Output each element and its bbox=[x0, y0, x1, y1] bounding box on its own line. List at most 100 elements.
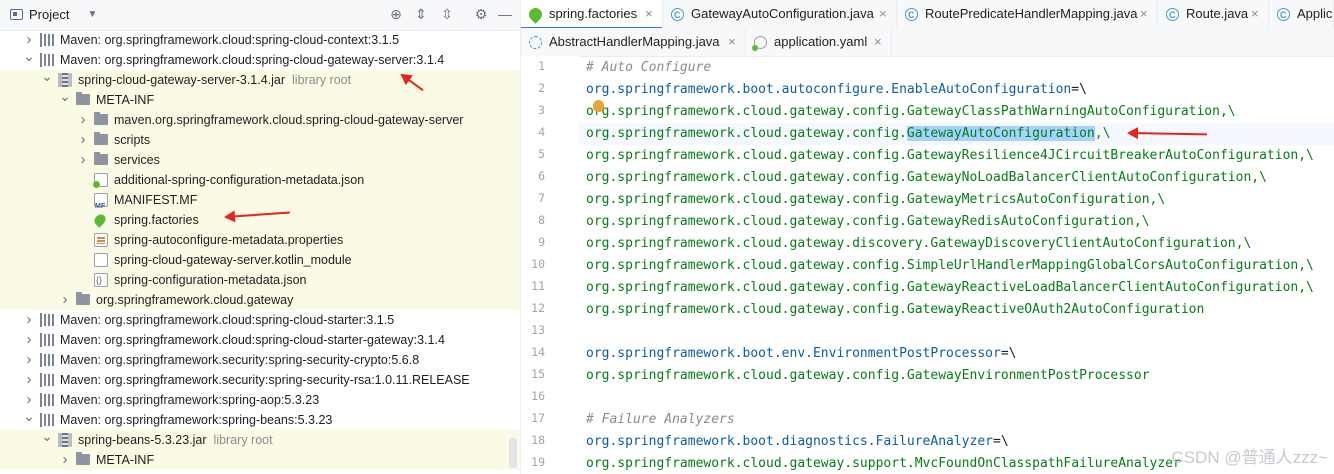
tree-row-label: Maven: org.springframework.cloud:spring-… bbox=[60, 333, 445, 347]
chevron-right-icon[interactable]: › bbox=[23, 330, 35, 350]
tree-row[interactable]: ⌄ spring-beans-5.3.23.jar library root bbox=[0, 428, 520, 450]
tree-row-label: Maven: org.springframework.cloud:spring-… bbox=[60, 313, 395, 327]
tree-row-label: Maven: org.springframework.cloud:spring-… bbox=[60, 33, 400, 47]
chevron-down-icon[interactable]: ⌄ bbox=[41, 66, 53, 86]
tree-row[interactable]: › Maven: org.springframework:spring-aop:5… bbox=[0, 390, 520, 410]
editor-tab[interactable]: application.yaml × bbox=[746, 28, 892, 56]
editor-tab-row-1: spring.factories×GatewayAutoConfiguratio… bbox=[521, 0, 1334, 29]
tree-row[interactable]: › scripts bbox=[0, 130, 520, 150]
gear-icon[interactable]: ⚙ bbox=[473, 6, 489, 22]
editor-tab[interactable]: Applic bbox=[1269, 0, 1334, 29]
editor-tab[interactable]: Route.java× bbox=[1158, 0, 1269, 29]
close-icon[interactable]: × bbox=[1251, 0, 1259, 28]
chevron-down-icon[interactable]: ⌄ bbox=[41, 426, 53, 446]
editor-tab[interactable]: spring.factories × bbox=[521, 0, 663, 29]
manifest-icon bbox=[94, 193, 108, 217]
tree-row-label: spring-configuration-metadata.json bbox=[114, 273, 307, 287]
tree-row[interactable]: › META-INF bbox=[0, 450, 520, 470]
project-tree: › Maven: org.springframework.cloud:spring… bbox=[0, 30, 520, 474]
close-icon[interactable]: × bbox=[874, 28, 882, 56]
code-line: # Auto Configure bbox=[586, 57, 711, 79]
chevron-right-icon[interactable]: › bbox=[77, 150, 89, 170]
tree-row-label: Maven: org.springframework:spring-beans:… bbox=[60, 413, 333, 427]
code-line: org.springframework.cloud.gateway.config… bbox=[586, 255, 1314, 277]
tree-row[interactable]: spring-autoconfigure-metadata.properties bbox=[0, 230, 520, 250]
code-token: =\ bbox=[1000, 346, 1017, 361]
tree-row[interactable]: ⌄ spring-cloud-gateway-server-3.1.4.jar li… bbox=[0, 68, 520, 90]
editor-tab-label: RoutePredicateHandlerMapping.java bbox=[925, 6, 1138, 21]
expand-all-icon[interactable]: ⇕ bbox=[413, 6, 429, 22]
editor-tab-label: AbstractHandlerMapping.java bbox=[549, 34, 720, 49]
tree-row[interactable]: ⌄ META-INF bbox=[0, 88, 520, 110]
tree-row[interactable]: › Maven: org.springframework.cloud:spring… bbox=[0, 30, 520, 50]
library-icon bbox=[40, 33, 54, 47]
chevron-down-icon[interactable]: ⌄ bbox=[59, 86, 71, 106]
chevron-right-icon[interactable]: › bbox=[77, 110, 89, 130]
tree-row-label: spring-cloud-gateway-server.kotlin_modul… bbox=[114, 253, 352, 267]
spring-json-icon bbox=[93, 173, 108, 188]
tree-scrollbar[interactable] bbox=[509, 438, 517, 468]
spring-icon bbox=[92, 212, 108, 228]
close-icon[interactable]: × bbox=[645, 0, 653, 28]
folder-icon bbox=[94, 152, 108, 165]
library-icon bbox=[40, 413, 54, 427]
chevron-down-icon[interactable]: ▼ bbox=[87, 9, 97, 20]
chevron-down-icon[interactable]: ⌄ bbox=[23, 46, 35, 66]
tree-row[interactable]: › Maven: org.springframework.security:spr… bbox=[0, 370, 520, 390]
code-line: org.springframework.cloud.gateway.config… bbox=[586, 123, 1110, 145]
tree-row[interactable]: additional-spring-configuration-metadata… bbox=[0, 170, 520, 190]
jar-icon bbox=[58, 433, 72, 447]
editor-tab[interactable]: AbstractHandlerMapping.java × bbox=[521, 28, 746, 56]
chevron-right-icon[interactable]: › bbox=[77, 130, 89, 150]
chevron-down-icon[interactable]: ⌄ bbox=[23, 406, 35, 426]
code-token: org.springframework.cloud.gateway.config… bbox=[586, 104, 1236, 119]
code-token: org.springframework.cloud.gateway.config… bbox=[586, 214, 1150, 229]
close-icon[interactable]: × bbox=[879, 0, 887, 28]
folder-icon bbox=[76, 92, 90, 105]
chevron-right-icon[interactable]: › bbox=[59, 450, 71, 470]
code-line: org.springframework.boot.diagnostics.Fai… bbox=[586, 431, 1009, 453]
tree-row[interactable]: › Maven: org.springframework.security:spr… bbox=[0, 350, 520, 370]
tree-row[interactable]: spring-cloud-gateway-server.kotlin_modul… bbox=[0, 250, 520, 270]
tree-row[interactable]: MANIFEST.MF bbox=[0, 190, 520, 217]
code-token: org.springframework.cloud.gateway.discov… bbox=[586, 236, 1252, 251]
library-icon bbox=[40, 53, 54, 67]
project-window-icon bbox=[10, 9, 23, 20]
chevron-right-icon[interactable]: › bbox=[59, 290, 71, 310]
editor-tab-label: Applic bbox=[1297, 6, 1333, 21]
editor-tab-row-2: AbstractHandlerMapping.java × application.… bbox=[521, 28, 1334, 57]
close-icon[interactable]: × bbox=[728, 28, 736, 56]
hide-panel-icon[interactable]: — bbox=[497, 6, 513, 22]
tree-row[interactable]: ⌄ Maven: org.springframework.cloud:spring… bbox=[0, 48, 520, 70]
code-line: org.springframework.boot.autoconfigure.E… bbox=[586, 79, 1087, 101]
editor-tab[interactable]: RoutePredicateHandlerMapping.java× bbox=[897, 0, 1158, 29]
locate-icon[interactable]: ⊕ bbox=[388, 6, 404, 22]
tree-row[interactable]: spring-configuration-metadata.json bbox=[0, 270, 520, 290]
chevron-right-icon[interactable]: › bbox=[23, 370, 35, 390]
collapse-all-icon[interactable]: ⇳ bbox=[439, 6, 455, 22]
project-view-selector[interactable]: Project ▼ bbox=[10, 7, 97, 22]
chevron-right-icon[interactable]: › bbox=[23, 310, 35, 330]
tree-row[interactable]: › Maven: org.springframework.cloud:spring… bbox=[0, 330, 520, 350]
selected-text: GatewayAutoConfiguration bbox=[906, 126, 1095, 141]
code-line: org.springframework.cloud.gateway.config… bbox=[586, 167, 1267, 189]
chevron-right-icon[interactable]: › bbox=[23, 350, 35, 370]
tree-row[interactable]: › maven.org.springframework.cloud.spring-… bbox=[0, 110, 520, 130]
code-line: org.springframework.boot.env.Environment… bbox=[586, 343, 1016, 365]
close-icon[interactable]: × bbox=[1140, 0, 1148, 28]
lightbulb-icon[interactable] bbox=[593, 100, 604, 112]
library-icon bbox=[40, 373, 54, 387]
editor-tab-label: spring.factories bbox=[549, 6, 638, 21]
tree-row[interactable]: › org.springframework.cloud.gateway bbox=[0, 290, 520, 310]
editor-tab[interactable]: GatewayAutoConfiguration.java × bbox=[663, 0, 897, 29]
library-icon bbox=[40, 313, 54, 327]
tree-row[interactable]: ⌄ Maven: org.springframework:spring-beans… bbox=[0, 408, 520, 430]
folder-icon bbox=[94, 112, 108, 125]
code-token: org.springframework.cloud.gateway.config… bbox=[586, 148, 1314, 163]
library-root-hint: library root bbox=[292, 73, 352, 87]
tree-row[interactable]: › services bbox=[0, 150, 520, 170]
code-area[interactable]: # Auto Configure org.springframework.boot… bbox=[521, 56, 1334, 474]
editor-area: spring.factories×GatewayAutoConfiguratio… bbox=[521, 0, 1334, 474]
tree-row[interactable]: › Maven: org.springframework.cloud:spring… bbox=[0, 310, 520, 330]
editor-tab-label: application.yaml bbox=[774, 34, 868, 49]
